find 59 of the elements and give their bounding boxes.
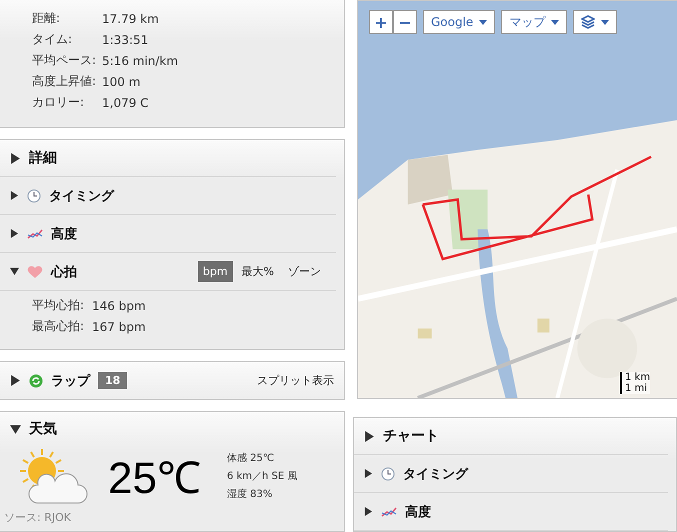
panel-title[interactable]: ラップ	[51, 372, 90, 390]
expand-arrow-icon[interactable]	[364, 469, 373, 478]
map-scale: 1 km 1 mi	[620, 372, 650, 394]
map-type-dropdown[interactable]: Google	[423, 10, 496, 34]
panel-title[interactable]: チャート	[383, 427, 439, 445]
caret-icon	[551, 20, 560, 24]
clock-icon	[27, 188, 41, 202]
stat-label: 最高心拍:	[32, 318, 86, 335]
lap-count: 18	[98, 372, 128, 389]
line-graph-icon	[381, 506, 397, 518]
stat-label: 高度上昇値:	[32, 73, 98, 90]
stat-value: 5:16 min/km	[102, 54, 178, 68]
panel-title[interactable]: 天気	[29, 420, 57, 438]
expand-arrow-icon[interactable]	[10, 152, 21, 164]
map[interactable]: + − Google マップ 1 km 1 mi	[357, 0, 677, 399]
caret-icon	[601, 20, 610, 24]
layers-dropdown[interactable]	[573, 10, 618, 34]
section-title[interactable]: 心拍	[51, 262, 77, 280]
weather-detail: 湿度 83%	[226, 488, 274, 501]
stat-value: 146 bpm	[92, 298, 146, 312]
panel-title[interactable]: 詳細	[29, 149, 57, 167]
stat-value: 100 m	[102, 74, 140, 88]
zoom-in-button[interactable]: +	[369, 10, 393, 34]
stat-label: 平均ペース:	[32, 52, 98, 69]
expand-arrow-icon[interactable]	[364, 430, 375, 442]
section-title[interactable]: タイミング	[49, 186, 114, 204]
stat-label: タイム:	[32, 31, 74, 48]
clock-icon	[381, 466, 395, 480]
unit-toggle[interactable]: ゾーン	[283, 261, 326, 282]
collapse-arrow-icon[interactable]	[10, 267, 19, 276]
weather-source: ソース: RJOK	[3, 510, 72, 526]
section-title[interactable]: 高度	[405, 502, 431, 520]
stat-value: 17.79 km	[102, 12, 159, 26]
stat-value: 1,079 C	[102, 96, 149, 110]
split-view-link[interactable]: スプリット表示	[257, 373, 334, 388]
expand-arrow-icon[interactable]	[10, 229, 19, 238]
section-title[interactable]: タイミング	[403, 464, 468, 482]
layers-icon	[581, 15, 596, 29]
section-title[interactable]: 高度	[51, 224, 77, 242]
stat-label: 距離:	[32, 10, 62, 27]
weather-detail: 6 km／h SE 風	[226, 470, 298, 483]
unit-toggle[interactable]: bpm	[198, 261, 233, 282]
temperature: 25℃	[108, 453, 201, 505]
expand-arrow-icon[interactable]	[10, 375, 21, 386]
heart-icon	[27, 264, 43, 278]
stat-label: カロリー:	[32, 94, 86, 111]
stat-value: 1:33:51	[102, 32, 148, 46]
caret-icon	[479, 20, 488, 24]
zoom-out-button[interactable]: −	[393, 10, 417, 34]
map-type-dropdown[interactable]: マップ	[501, 10, 568, 34]
expand-arrow-icon[interactable]	[364, 507, 373, 516]
expand-arrow-icon[interactable]	[10, 191, 19, 200]
refresh-icon	[29, 374, 43, 388]
stat-label: 平均心拍:	[32, 297, 86, 314]
collapse-arrow-icon[interactable]	[10, 424, 21, 434]
line-graph-icon	[27, 228, 43, 240]
stat-value: 167 bpm	[92, 320, 146, 334]
unit-toggle[interactable]: 最大%	[236, 261, 279, 282]
weather-detail: 体感 25℃	[226, 452, 276, 465]
